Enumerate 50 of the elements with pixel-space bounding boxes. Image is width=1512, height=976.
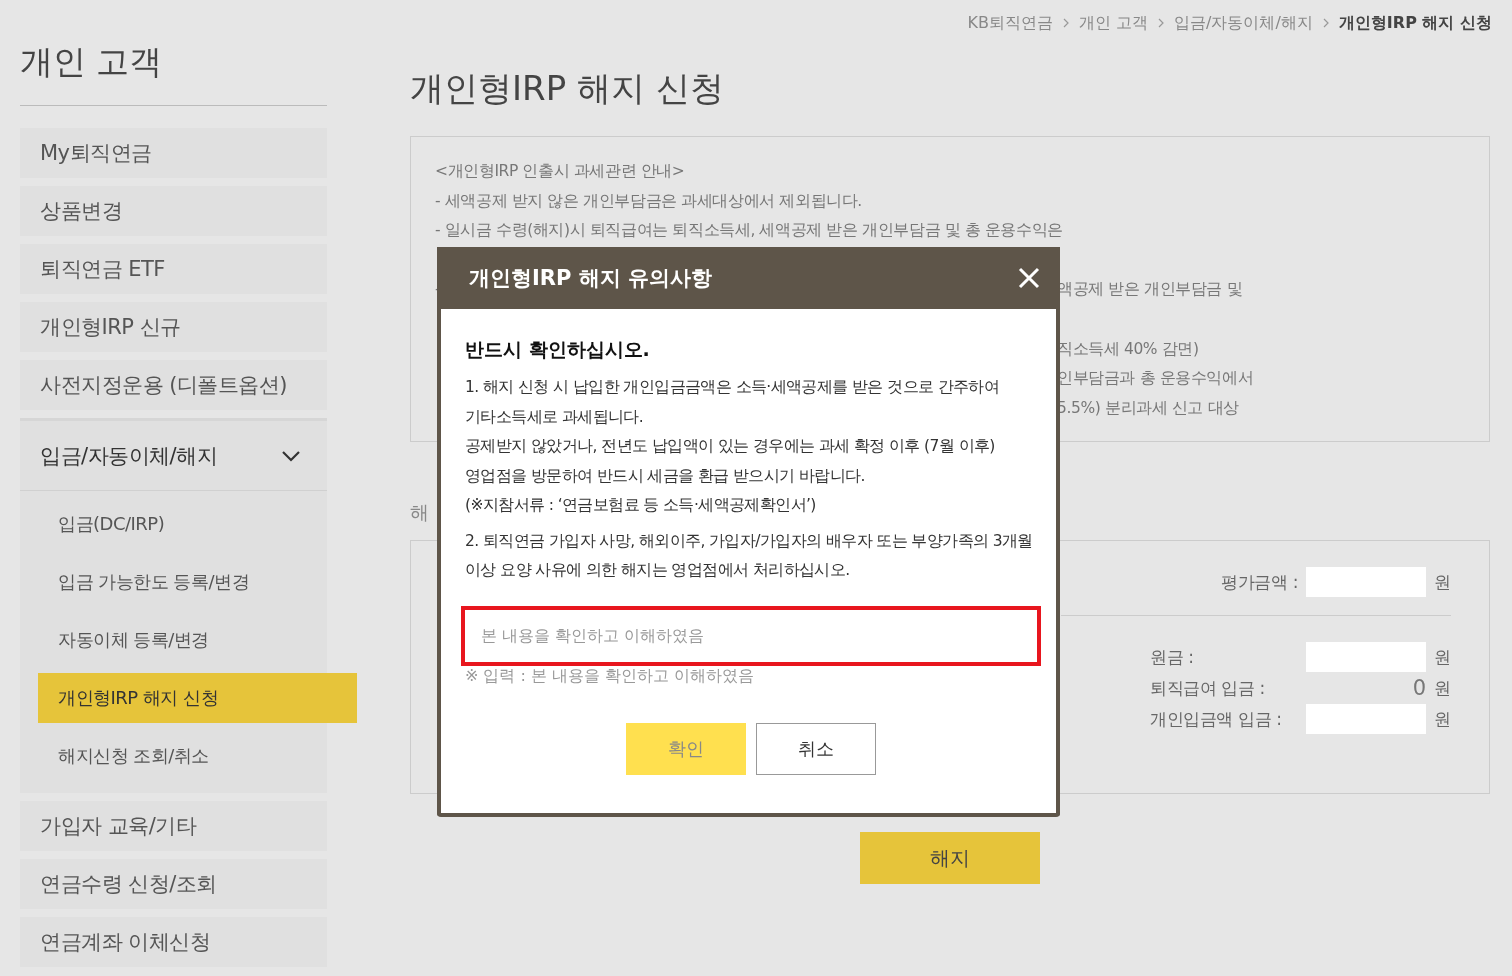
- breadcrumb-link[interactable]: 개인 고객: [1079, 12, 1149, 34]
- sidebar-subitem[interactable]: 자동이체 등록/변경: [38, 615, 357, 665]
- sidebar-subitem[interactable]: 해지신청 조회/취소: [38, 731, 357, 781]
- sidebar-item[interactable]: 개인형IRP 신규: [20, 302, 327, 352]
- notice-text: - 일시금 수령(해지)시 퇴직급여는 퇴직소득세, 세액공제 받은 개인부담금 및 총 운용수익은: [435, 221, 1063, 240]
- unit-label: 원: [1434, 707, 1451, 731]
- sidebar-item[interactable]: 연금계좌 이체신청: [20, 917, 327, 967]
- notice-text: -: [435, 280, 441, 299]
- input-field[interactable]: [1306, 704, 1426, 735]
- input-field[interactable]: [1306, 642, 1426, 673]
- section-label: 해: [410, 501, 429, 524]
- notice-text: 직소득세 40% 감면): [1057, 339, 1199, 358]
- sidebar-title: 개인 고객: [20, 40, 327, 106]
- sidebar-item[interactable]: 가입자 교육/기타: [20, 801, 327, 851]
- chevron-icon: [281, 449, 301, 462]
- close-button[interactable]: [1018, 267, 1040, 289]
- dialog-title: 개인형IRP 해지 유의사항: [469, 265, 712, 292]
- sidebar-item[interactable]: My퇴직연금: [20, 128, 327, 178]
- amount-value: 0: [1412, 676, 1426, 701]
- field-label: 평가금액 :: [1221, 570, 1298, 594]
- cancel-button[interactable]: 취소: [755, 722, 876, 775]
- field-label: 개인입금액 입금 :: [1150, 707, 1283, 731]
- chevron-right-icon: [1158, 18, 1165, 28]
- dialog-text: 1. 해지 신청 시 납입한 개인입금금액은 소득·세액공제를 받은 것으로 간주하여 기타소득세로 과세됩니다. 공제받지 않았거나, 전년도 납입액이 있는 경우에는 과세 확정 이후 (7월 이후) 영업점을 방문하여 반드시 세금을 환급 받으시기 바랍니다. (※지참서류 : ‘연금보험료 등 소득·세액공제확인서’): [465, 377, 1001, 516]
- notice-text: 인부담금과 총 운용수익에서: [1057, 369, 1254, 388]
- field-label: 퇴직급여 입금 :: [1150, 676, 1266, 700]
- notice-text: <개인형IRP 인출시 과세관련 안내>: [435, 162, 685, 180]
- breadcrumb-link[interactable]: 개인형IRP 해지 신청: [1338, 12, 1492, 34]
- chevron-right-icon: [1063, 18, 1069, 28]
- input-field[interactable]: [1306, 567, 1426, 598]
- unit-label: 원: [1434, 570, 1451, 594]
- sidebar-item[interactable]: 연금수령 신청/조회: [20, 859, 327, 909]
- sidebar-subitem[interactable]: 개인형IRP 해지 신청: [38, 673, 357, 723]
- breadcrumb-link[interactable]: 입금/자동이체/해지: [1174, 12, 1313, 34]
- sidebar-item[interactable]: 상품변경: [20, 186, 327, 236]
- sidebar-subitem[interactable]: 입금(DC/IRP): [38, 499, 357, 549]
- terminate-button[interactable]: 해지: [860, 832, 1040, 885]
- notice-text: - 세액공제 받지 않은 개인부담금은 과세대상에서 제외됩니다.: [435, 191, 862, 210]
- confirm-input-field[interactable]: 본 내용을 확인하고 이해하였음: [461, 605, 1041, 666]
- unit-label: 원: [1434, 645, 1451, 669]
- field-label: 원금 :: [1150, 645, 1195, 669]
- page-title: 개인형IRP 해지 신청: [410, 67, 725, 110]
- sidebar-item[interactable]: 퇴직연금 ETF: [20, 244, 327, 294]
- sidebar-subitem[interactable]: 입금 가능한도 등록/변경: [38, 557, 357, 607]
- chevron-right-icon: [1322, 18, 1329, 28]
- unit-label: 원: [1434, 676, 1451, 700]
- input-hint: ※ 입력 : 본 내용을 확인하고 이해하였음: [465, 665, 756, 687]
- sidebar-item[interactable]: 사전지정운용 (디폴트옵션): [20, 360, 327, 410]
- dialog-heading: 반드시 확인하십시오.: [465, 337, 651, 362]
- dialog-text: 2. 퇴직연금 가입자 사망, 해외이주, 가입자/가입자의 배우자 또는 부양가족의 3개월 이상 요양 사유에 의한 해지는 영업점에서 처리하십시오.: [465, 530, 1034, 581]
